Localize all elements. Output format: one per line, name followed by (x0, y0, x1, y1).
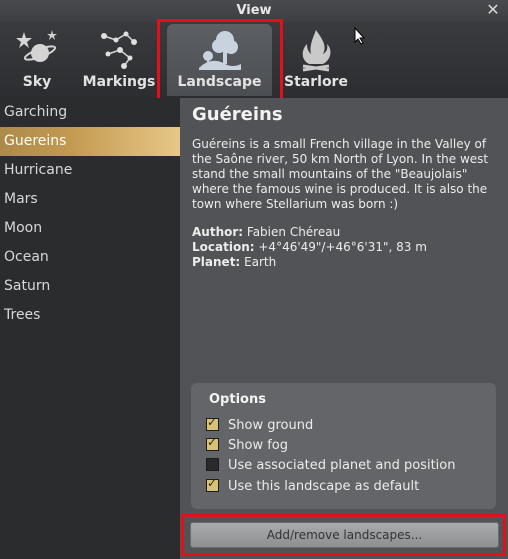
landscape-description: Guéreins is a small French village in th… (192, 137, 489, 211)
tab-sky[interactable]: Sky (6, 24, 68, 96)
tab-toolbar: Sky Markings Landscape Starlore (0, 22, 508, 98)
landscape-meta: Author: Fabien Chéreau Location: +4°46'4… (192, 225, 427, 270)
show-fog-checkbox[interactable]: Show fog (206, 435, 288, 456)
list-item[interactable]: Saturn (0, 272, 180, 301)
list-item[interactable]: Mars (0, 185, 180, 214)
list-item[interactable]: Ocean (0, 243, 180, 272)
markings-icon (96, 28, 142, 72)
checkbox-checked[interactable] (206, 435, 219, 451)
planet-value: Earth (244, 255, 277, 269)
author-row: Author: Fabien Chéreau (192, 225, 427, 240)
window-title: View (236, 3, 272, 18)
landscape-list[interactable]: Garching Guereins Hurricane Mars Moon Oc… (0, 98, 180, 559)
option-label: Show ground (228, 418, 314, 433)
options-group: Options Show ground Show fog Use associa… (191, 383, 496, 509)
tab-starlore[interactable]: Starlore (282, 24, 350, 96)
option-label: Show fog (228, 438, 288, 453)
tab-markings[interactable]: Markings (82, 24, 156, 96)
mouse-cursor-icon (354, 26, 366, 45)
checkbox-unchecked[interactable] (206, 458, 219, 471)
close-icon[interactable]: ✕ (484, 1, 502, 19)
landscape-icon (197, 28, 243, 72)
show-ground-checkbox[interactable]: Show ground (206, 415, 314, 436)
list-item-selected[interactable]: Guereins (0, 127, 180, 156)
option-label: Use this landscape as default (228, 479, 420, 494)
add-remove-landscapes-button[interactable]: Add/remove landscapes... (190, 522, 499, 548)
starlore-icon (293, 28, 339, 72)
author-value: Fabien Chéreau (246, 225, 341, 239)
location-label: Location: (192, 240, 255, 254)
planet-label: Planet: (192, 255, 241, 269)
author-label: Author: (192, 225, 244, 239)
list-item[interactable]: Moon (0, 214, 180, 243)
list-item[interactable]: Hurricane (0, 156, 180, 185)
checkbox-checked[interactable] (206, 415, 219, 431)
option-label: Use associated planet and position (228, 458, 456, 473)
planet-row: Planet: Earth (192, 255, 427, 270)
tab-landscape-label: Landscape (177, 74, 262, 90)
use-planet-position-checkbox[interactable]: Use associated planet and position (206, 458, 455, 476)
options-heading: Options (209, 392, 266, 407)
tab-sky-label: Sky (22, 74, 52, 90)
location-value: +4°46'49"/+46°6'31", 83 m (258, 240, 427, 254)
use-as-default-checkbox[interactable]: Use this landscape as default (206, 476, 420, 497)
tab-markings-label: Markings (82, 74, 156, 90)
list-item[interactable]: Trees (0, 301, 180, 330)
checkbox-checked[interactable] (206, 476, 219, 492)
title-bar[interactable]: View ✕ (0, 0, 508, 23)
tab-starlore-label: Starlore (284, 74, 348, 90)
tab-landscape[interactable]: Landscape (167, 24, 272, 96)
landscape-title: Guéreins (192, 104, 283, 125)
view-window: View ✕ Sky Markings Landscape Starlore G… (0, 0, 508, 559)
location-row: Location: +4°46'49"/+46°6'31", 83 m (192, 240, 427, 255)
list-item[interactable]: Garching (0, 98, 180, 127)
sky-icon (14, 28, 60, 72)
